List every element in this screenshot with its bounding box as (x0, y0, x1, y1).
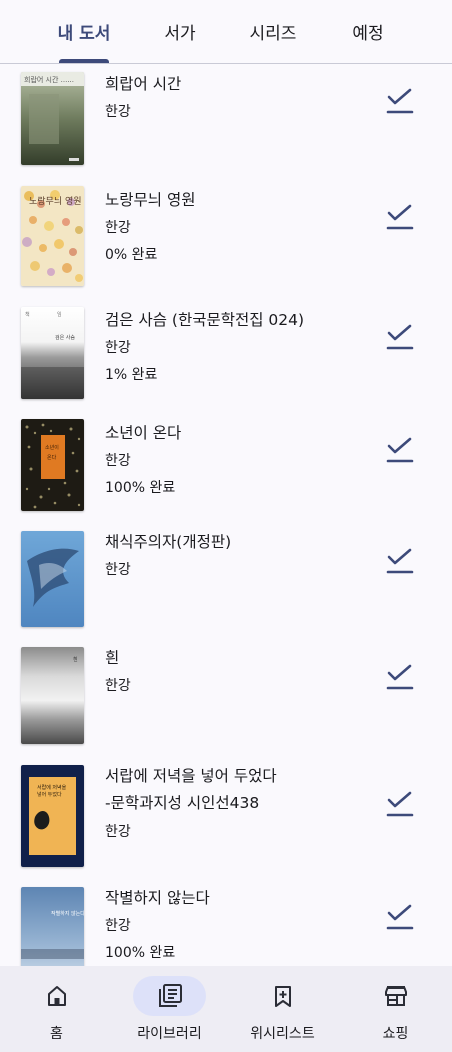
bottom-navigation: 홈 라이브러리 위시리스트 쇼핑 (0, 966, 452, 1052)
nav-label: 쇼핑 (382, 1026, 409, 1042)
nav-wishlist[interactable]: 위시리스트 (226, 966, 339, 1052)
nav-home-pill (20, 976, 93, 1016)
svg-text:노랑무늬 영원: 노랑무늬 영원 (29, 195, 82, 207)
book-item-greek-lessons[interactable]: 희랍어 시간 ...... 희랍어 시간 한강 (0, 64, 452, 178)
svg-text:작별하지 않는다: 작별하지 않는다 (51, 910, 84, 917)
downloaded-check-icon[interactable] (386, 324, 414, 352)
book-author: 한강 (105, 453, 131, 469)
svg-text:서랍에 저녁을: 서랍에 저녁을 (37, 784, 67, 791)
book-progress: 100% 완료 (105, 945, 176, 961)
book-author: 한강 (105, 678, 131, 694)
downloaded-check-icon[interactable] (386, 204, 414, 232)
book-cover[interactable]: 소년이 온다 (21, 419, 84, 511)
book-author: 한강 (105, 220, 131, 236)
svg-text:책: 책 (25, 311, 30, 318)
svg-text:넣어 두었다: 넣어 두었다 (37, 791, 62, 798)
book-title: 작별하지 않는다 (105, 889, 210, 907)
tab-shelves[interactable]: 서가 (140, 0, 220, 63)
downloaded-check-icon[interactable] (386, 437, 414, 465)
svg-text:소년이: 소년이 (45, 444, 59, 451)
tab-upcoming[interactable]: 예정 (328, 0, 408, 63)
nav-library[interactable]: 라이브러리 (113, 966, 226, 1052)
downloaded-check-icon[interactable] (386, 904, 414, 932)
book-title: 흰 (105, 649, 120, 667)
book-cover[interactable] (21, 531, 84, 627)
library-icon (158, 984, 182, 1007)
tab-series[interactable]: 시리즈 (230, 0, 316, 63)
downloaded-check-icon[interactable] (386, 791, 414, 819)
nav-label: 홈 (50, 1026, 63, 1042)
nav-label: 라이브러리 (137, 1026, 202, 1042)
wishlist-icon (274, 986, 291, 1007)
nav-library-pill (133, 976, 206, 1016)
svg-text:임: 임 (57, 311, 62, 318)
book-title: 희랍어 시간 (105, 75, 182, 93)
downloaded-check-icon[interactable] (386, 88, 414, 116)
book-item-human-acts[interactable]: 소년이 온다 소년이 온다 한강 100% 완료 (0, 407, 452, 520)
book-title: 노랑무늬 영원 (105, 191, 196, 209)
book-item-the-white-book[interactable]: 흰 흰 한강 (0, 636, 452, 754)
book-title: 소년이 온다 (105, 424, 182, 442)
book-subtitle: -문학과지성 시인선438 (105, 794, 260, 812)
book-progress: 0% 완료 (105, 247, 158, 263)
book-author: 한강 (105, 562, 131, 578)
nav-home[interactable]: 홈 (0, 966, 113, 1052)
svg-text:검은 사슴: 검은 사슴 (55, 334, 75, 341)
book-item-we-do-not-part[interactable]: 작별하지 않는다 작별하지 않는다 한강 100% 완료 (0, 876, 452, 966)
book-progress: 100% 완료 (105, 480, 176, 496)
book-cover[interactable]: 흰 (21, 647, 84, 744)
downloaded-check-icon[interactable] (386, 548, 414, 576)
book-item-vegetarian[interactable]: 채식주의자(개정판) 한강 (0, 520, 452, 636)
home-icon (47, 986, 66, 1006)
book-cover[interactable]: 희랍어 시간 ...... (21, 72, 84, 165)
book-title: 채식주의자(개정판) (105, 533, 232, 551)
nav-wishlist-pill (246, 976, 319, 1016)
book-item-evening-in-drawer[interactable]: 서랍에 저녁을 넣어 두었다 서랍에 저녁을 넣어 두었다 -문학과지성 시인선… (0, 754, 452, 876)
book-cover[interactable]: 책 임 검은 사슴 (21, 307, 84, 399)
svg-text:온다: 온다 (47, 454, 57, 461)
book-title: 서랍에 저녁을 넣어 두었다 (105, 767, 277, 785)
book-title: 검은 사슴 (한국문학전집 024) (105, 311, 305, 329)
book-author: 한강 (105, 918, 131, 934)
svg-text:흰: 흰 (73, 656, 78, 663)
book-cover[interactable]: 서랍에 저녁을 넣어 두었다 (21, 765, 84, 867)
nav-shopping-pill (359, 976, 432, 1016)
book-list: 희랍어 시간 ...... 희랍어 시간 한강 노랑무늬 영원 노랑무늬 영원 … (0, 64, 452, 966)
svg-text:희랍어 시간 ......: 희랍어 시간 ...... (24, 75, 74, 84)
book-author: 한강 (105, 104, 131, 120)
book-cover[interactable]: 작별하지 않는다 (21, 887, 84, 966)
store-icon (384, 986, 407, 1006)
active-tab-indicator (59, 59, 109, 63)
nav-label: 위시리스트 (250, 1026, 315, 1042)
nav-shopping[interactable]: 쇼핑 (339, 966, 452, 1052)
book-author: 한강 (105, 340, 131, 356)
tab-my-books[interactable]: 내 도서 (34, 0, 134, 63)
book-item-yellow-pattern[interactable]: 노랑무늬 영원 노랑무늬 영원 한강 0% 완료 (0, 178, 452, 294)
book-item-black-deer[interactable]: 책 임 검은 사슴 검은 사슴 (한국문학전집 024) 한강 1% 완료 (0, 294, 452, 407)
top-tabs: 내 도서 서가 시리즈 예정 (0, 0, 452, 64)
book-progress: 1% 완료 (105, 367, 158, 383)
book-cover[interactable]: 노랑무늬 영원 (21, 186, 84, 286)
book-author: 한강 (105, 824, 131, 840)
downloaded-check-icon[interactable] (386, 664, 414, 692)
